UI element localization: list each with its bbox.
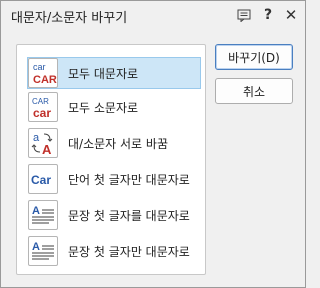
svg-text:car: car	[33, 106, 51, 120]
option-all-lowercase[interactable]: CAR car 모두 소문자로	[27, 91, 201, 123]
svg-text:CAR: CAR	[32, 97, 49, 106]
help-icon: ?	[263, 7, 273, 23]
CAR-to-car-icon: CAR car	[28, 92, 58, 122]
option-all-uppercase[interactable]: car CAR 모두 대문자로	[27, 57, 201, 89]
close-icon: ✕	[284, 6, 298, 24]
svg-text:A: A	[32, 205, 40, 217]
svg-text:A: A	[42, 142, 52, 157]
svg-text:Car: Car	[31, 173, 51, 187]
car-to-CAR-icon: car CAR	[28, 58, 58, 88]
change-button-label: 바꾸기(D)	[228, 50, 280, 65]
cancel-button-label: 취소	[242, 84, 266, 99]
option-label: 대/소문자 서로 바꿈	[68, 136, 168, 151]
option-label: 모두 소문자로	[68, 100, 139, 115]
option-label: 모두 대문자로	[68, 66, 139, 81]
change-button[interactable]: 바꾸기(D)	[215, 44, 293, 70]
svg-text:a: a	[33, 132, 40, 144]
option-sentence-case[interactable]: A 문장 첫 글자를 대문자로	[27, 199, 201, 231]
swap-case-icon: a A	[28, 128, 58, 158]
option-capitalize-words[interactable]: Car 단어 첫 글자만 대문자로	[27, 163, 201, 195]
cancel-button[interactable]: 취소	[215, 78, 293, 104]
title-bar: 대문자/소문자 바꾸기 ? ✕	[1, 1, 305, 29]
svg-text:CAR: CAR	[33, 74, 57, 86]
svg-text:car: car	[33, 62, 46, 72]
dialog-info-icon	[237, 9, 251, 22]
help-button[interactable]: ?	[259, 6, 277, 24]
capitalize-word-icon: Car	[28, 164, 58, 194]
svg-text:A: A	[32, 241, 40, 253]
dialog-title: 대문자/소문자 바꾸기	[11, 11, 128, 26]
close-button[interactable]: ✕	[282, 6, 300, 24]
sentence-case-icon: A	[28, 200, 58, 230]
sentence-case-only-icon: A	[28, 236, 58, 266]
option-label: 단어 첫 글자만 대문자로	[68, 172, 190, 187]
option-sentence-case-only[interactable]: A 문장 첫 글자만 대문자로	[27, 235, 201, 267]
option-label: 문장 첫 글자만 대문자로	[68, 244, 190, 259]
dialog-info-button[interactable]	[235, 6, 253, 24]
option-label: 문장 첫 글자를 대문자로	[68, 208, 190, 223]
case-options-panel: car CAR 모두 대문자로 CAR car 모두 소문자로 a A 대/소문…	[16, 44, 206, 275]
case-change-dialog: 대문자/소문자 바꾸기 ? ✕ car CAR 모두 대문자로 CAR car …	[0, 0, 306, 288]
option-swap-case[interactable]: a A 대/소문자 서로 바꿈	[27, 127, 201, 159]
